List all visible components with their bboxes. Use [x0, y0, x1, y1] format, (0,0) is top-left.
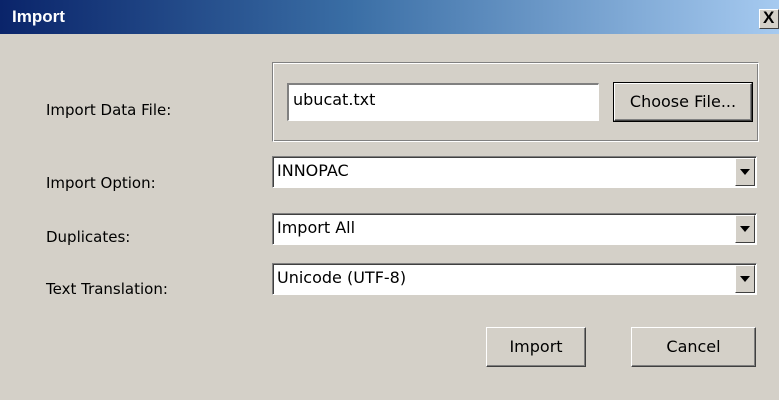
text-translation-select[interactable]: Unicode (UTF-8)	[272, 263, 757, 295]
text-translation-label: Text Translation:	[46, 280, 168, 298]
import-option-label: Import Option:	[46, 174, 156, 192]
import-button[interactable]: Import	[486, 327, 586, 367]
duplicates-value: Import All	[277, 218, 356, 237]
duplicates-select[interactable]: Import All	[272, 213, 757, 245]
chevron-down-icon[interactable]	[735, 215, 755, 243]
chevron-down-icon[interactable]	[735, 158, 755, 186]
window-title: Import	[12, 7, 65, 26]
duplicates-label: Duplicates:	[46, 228, 131, 246]
import-option-value: INNOPAC	[277, 161, 349, 180]
close-button[interactable]: X	[759, 9, 779, 29]
import-data-file-label: Import Data File:	[46, 101, 172, 119]
chevron-down-icon[interactable]	[735, 265, 755, 293]
close-icon: X	[763, 9, 775, 27]
cancel-button[interactable]: Cancel	[631, 327, 756, 367]
choose-file-button[interactable]: Choose File...	[613, 82, 753, 122]
file-path-input[interactable]: ubucat.txt	[287, 83, 599, 121]
import-option-select[interactable]: INNOPAC	[272, 156, 757, 188]
title-bar[interactable]: Import X	[0, 0, 779, 34]
text-translation-value: Unicode (UTF-8)	[277, 268, 407, 287]
